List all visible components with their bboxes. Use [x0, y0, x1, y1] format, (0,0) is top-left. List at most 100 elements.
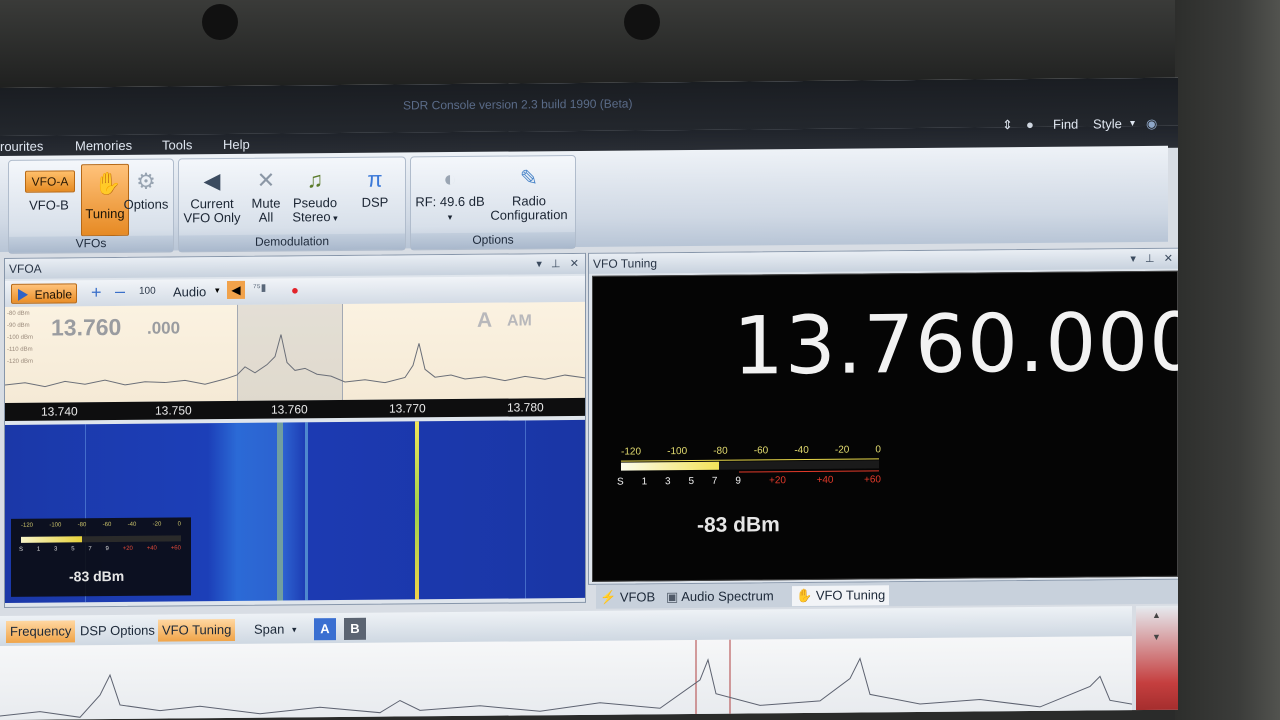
panel-controls: ▾ ⊥ ✕: [536, 254, 579, 274]
meter-tick: S: [617, 476, 624, 488]
lightning-icon: ⚡: [600, 589, 617, 605]
help-globe-icon[interactable]: ◉: [1146, 116, 1157, 132]
meter-tick: 1: [641, 476, 648, 488]
status-dot-icon: ●: [1026, 116, 1034, 133]
options-label: Options: [123, 196, 169, 212]
scroll-arrows-icon[interactable]: ⇕: [1002, 117, 1013, 133]
meter-tick: -60: [102, 522, 112, 529]
style-menu[interactable]: Style: [1093, 116, 1122, 131]
play-icon: [18, 288, 28, 301]
meter-tick: -40: [794, 444, 809, 457]
chevron-down-icon: ▾: [447, 212, 453, 223]
bezel-screw: [202, 4, 238, 40]
minus-icon[interactable]: –: [115, 281, 125, 302]
vfo-tuning-display[interactable]: 13.760.000 -120 -100 -80 -60 -40 -20 0 S…: [592, 270, 1178, 582]
tab-vfo-tuning-label: VFO Tuning: [815, 587, 886, 603]
hand-icon: ✋: [796, 587, 813, 604]
tab-vfob-label: VFOB: [619, 589, 656, 605]
record-icon[interactable]: ●: [291, 282, 299, 297]
gear-icon: ⚙: [136, 168, 156, 194]
spectrum-trace: [5, 334, 585, 388]
b-button[interactable]: B: [344, 617, 366, 640]
meter-tick: 5: [71, 546, 75, 553]
bottom-scrollbar[interactable]: ▲ ▼: [1136, 605, 1178, 717]
radio-label-2: Configuration: [490, 207, 568, 223]
meter-tick: +20: [769, 475, 786, 487]
vfo-tuning-title: VFO Tuning: [593, 256, 658, 271]
enable-button[interactable]: Enable: [11, 283, 77, 304]
tab-audio-spectrum[interactable]: ▣ Audio Spectrum: [662, 586, 778, 607]
vfo-tuning-header: VFO Tuning ▾ ⊥ ✕: [589, 248, 1178, 274]
vfo-a-button[interactable]: VFO-A: [25, 170, 75, 193]
chevron-down-icon[interactable]: ▾: [215, 285, 220, 296]
meter-scale-plus: +20 +40 +60: [769, 474, 881, 487]
bottom-spectrum[interactable]: [0, 636, 1132, 720]
meter-tick: 7: [88, 546, 92, 553]
dropdown-icon[interactable]: ▾: [536, 258, 542, 270]
meter-tick: -20: [834, 444, 850, 456]
dsp-button[interactable]: π DSP: [351, 167, 399, 210]
meter-tick: +60: [864, 474, 881, 486]
plus-icon[interactable]: +: [91, 282, 102, 303]
meter-tick: -60: [753, 445, 769, 457]
big-frequency-readout[interactable]: 13.760.000: [733, 296, 1178, 393]
meter-tick: 1: [36, 546, 41, 553]
rf-gain-button[interactable]: ◐ RF: 49.6 dB ▾: [413, 166, 487, 225]
tab-vfob[interactable]: ⚡ VFOB: [596, 587, 659, 608]
ribbon-group-options: ◐ RF: 49.6 dB ▾ ✎ Radio Configuration Op…: [410, 154, 576, 251]
pseudo-stereo-button[interactable]: ♫ Pseudo Stereo ▾: [289, 167, 341, 225]
chevron-down-icon: ▾: [330, 213, 338, 224]
mute-all-button[interactable]: ✕ Mute All: [245, 168, 287, 225]
meter-tick: 9: [735, 475, 741, 487]
meter-tick: 0: [177, 521, 181, 528]
ribbon-group-vfos: VFO-A VFO-B ✋ Tuning ⚙ Options VFOs: [8, 158, 174, 254]
audio-menu[interactable]: Audio: [173, 284, 206, 299]
menu-help[interactable]: Help: [223, 137, 250, 152]
meter-tick: -120: [21, 522, 34, 529]
vfoa-spectrum[interactable]: -80 dBm -90 dBm -100 dBm -110 dBm -120 d…: [5, 301, 585, 403]
meter-tick: +40: [816, 474, 834, 486]
vfo-tuning-button[interactable]: VFO Tuning: [158, 618, 236, 642]
menu-tools[interactable]: Tools: [162, 137, 192, 152]
radio-configuration-button[interactable]: ✎ Radio Configuration: [485, 165, 573, 223]
meter-tick: 9: [105, 546, 109, 553]
step-label[interactable]: 100: [139, 286, 156, 297]
panel-controls: ▾ ⊥ ✕: [1130, 249, 1173, 269]
scale-label: 13.780: [507, 400, 544, 415]
carrier-line: [305, 422, 308, 601]
ts-icon[interactable]: ⁷⁵▮: [253, 283, 266, 294]
scroll-up-icon[interactable]: ▲: [1152, 610, 1161, 620]
carrier-line: [415, 421, 419, 600]
close-icon[interactable]: ✕: [570, 258, 579, 270]
a-button[interactable]: A: [314, 618, 336, 641]
current-vfo-only-button[interactable]: ◀ Current VFO Only: [181, 168, 243, 226]
find-button[interactable]: Find: [1053, 117, 1078, 132]
speaker-icon[interactable]: ◀: [227, 280, 245, 300]
pin-icon[interactable]: ⊥: [551, 258, 561, 270]
menu-memories[interactable]: Memories: [75, 138, 132, 153]
frequency-button[interactable]: Frequency: [6, 620, 76, 643]
dropdown-icon[interactable]: ▾: [1130, 253, 1136, 265]
meter-tick: 3: [54, 546, 58, 553]
span-menu[interactable]: Span: [250, 618, 288, 640]
dsp-options-button[interactable]: DSP Options: [76, 620, 159, 643]
scale-label: 13.740: [41, 404, 78, 419]
frequency-scale[interactable]: 13.740 13.750 13.760 13.770 13.780: [5, 397, 585, 421]
ribbon-group-label: Demodulation: [179, 233, 405, 252]
vfo-b-button[interactable]: VFO-B: [25, 197, 73, 212]
menu-favourites[interactable]: rourites: [0, 139, 43, 154]
chevron-down-icon[interactable]: ▾: [288, 618, 301, 640]
meter-tick: 0: [875, 444, 881, 456]
speaker-icon: ◀: [203, 168, 221, 194]
tab-audio-spectrum-label: Audio Spectrum: [681, 588, 774, 605]
pin-icon[interactable]: ⊥: [1145, 253, 1155, 265]
scroll-down-icon[interactable]: ▼: [1152, 632, 1161, 642]
chevron-down-icon[interactable]: ▾: [1130, 118, 1135, 129]
hand-icon: ✋: [94, 170, 122, 197]
radio-label-1: Radio: [512, 193, 546, 209]
close-icon[interactable]: ✕: [1164, 253, 1173, 265]
meter-scale-bottom: S 1 3 5 7 9: [617, 476, 741, 489]
options-button[interactable]: ⚙ Options: [121, 168, 171, 212]
tab-vfo-tuning[interactable]: ✋ VFO Tuning: [792, 585, 890, 607]
meter-tick: -80: [713, 445, 728, 457]
